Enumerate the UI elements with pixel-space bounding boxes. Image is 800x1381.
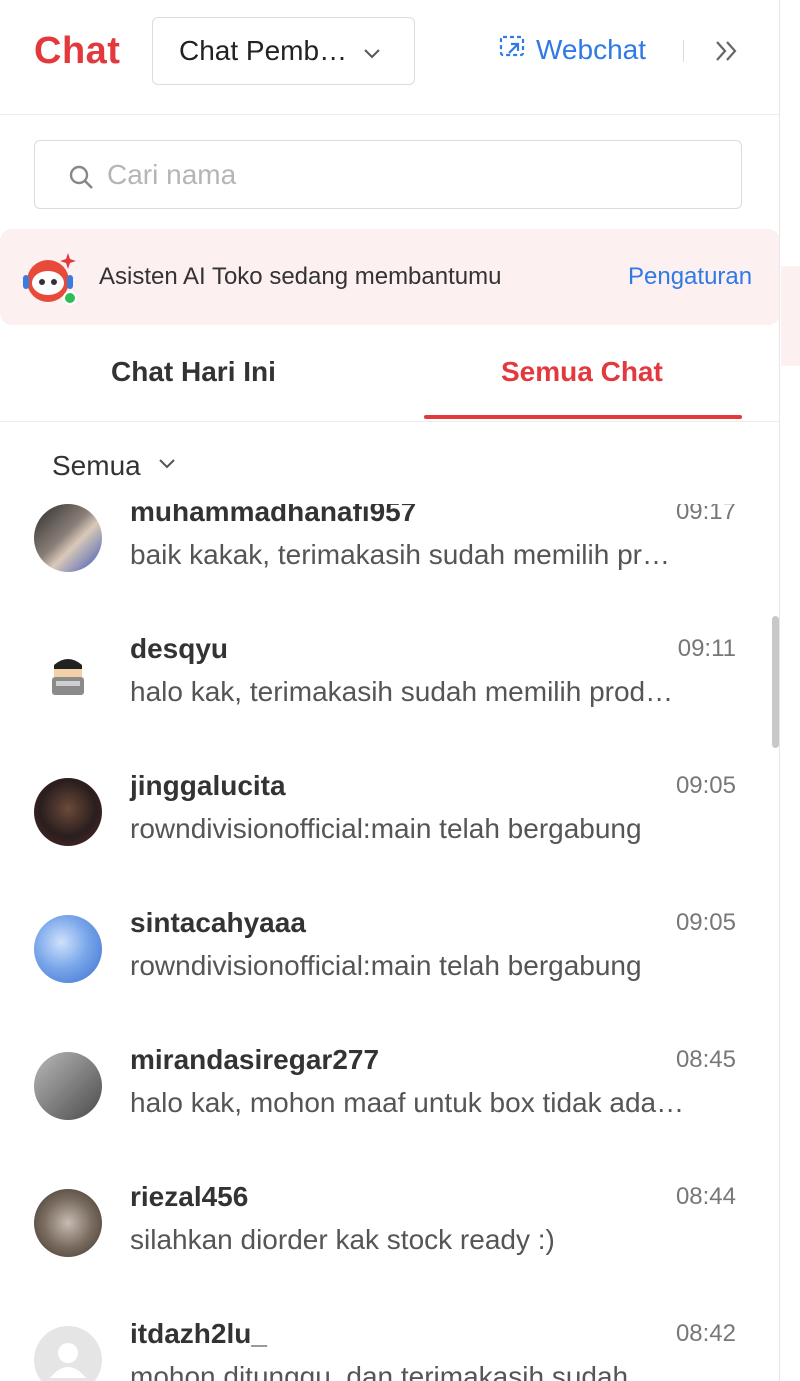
chat-time: 08:42 — [675, 1320, 736, 1347]
chat-preview: baik kakak, terimakasih sudah memilih pr… — [130, 539, 670, 570]
search-input[interactable] — [107, 155, 707, 195]
active-tab-indicator — [424, 415, 742, 419]
chat-time: 08:45 — [675, 1046, 736, 1073]
webchat-link[interactable]: Webchat — [498, 30, 646, 70]
ai-assistant-bot-icon — [20, 249, 82, 314]
chat-preview: silahkan diorder kak stock ready :) — [130, 1224, 555, 1255]
chat-time: 09:05 — [675, 772, 736, 799]
chat-list-item[interactable]: desqyu 09:11 halo kak, terimakasih sudah… — [0, 623, 779, 760]
avatar — [34, 1052, 102, 1120]
chat-time: 09:05 — [675, 909, 736, 936]
chat-username: riezal456 — [130, 1181, 249, 1212]
chat-preview: rowndivisionofficial:main telah bergabun… — [130, 813, 642, 844]
chat-username: itdazh2lu_ — [130, 1318, 267, 1349]
avatar — [34, 915, 102, 983]
chat-list-item[interactable]: sintacahyaaa 09:05 rowndivisionofficial:… — [0, 897, 779, 1034]
chat-time: 08:44 — [675, 1183, 736, 1210]
tab-chat-hari-ini[interactable]: Chat Hari Ini — [111, 356, 276, 388]
chat-header: Chat Chat Pemb… Webchat — [0, 0, 779, 115]
chat-list-item[interactable]: jinggalucita 09:05 rowndivisionofficial:… — [0, 760, 779, 897]
chat-list: muhammadhanafi957 09:17 baik kakak, teri… — [0, 504, 779, 1381]
tab-semua-chat[interactable]: Semua Chat — [501, 356, 663, 388]
chat-preview: halo kak, terimakasih sudah memilih prod… — [130, 676, 674, 707]
search-box — [34, 140, 742, 209]
header-divider — [683, 40, 684, 62]
chat-username: sintacahyaaa — [130, 907, 306, 938]
chat-time: 09:11 — [677, 635, 736, 662]
ai-assistant-banner: Asisten AI Toko sedang membantumu Pengat… — [0, 229, 779, 325]
webchat-icon — [498, 33, 526, 68]
avatar — [34, 778, 102, 846]
chat-type-dropdown-label: Chat Pemb… — [179, 35, 348, 66]
chat-time: 09:17 — [675, 504, 736, 525]
ai-assistant-status-text: Asisten AI Toko sedang membantumu — [99, 263, 502, 290]
chat-filter-label: Semua — [52, 450, 141, 481]
chat-username: desqyu — [130, 633, 229, 664]
chat-list-scrollbar[interactable] — [772, 616, 779, 748]
chat-brand-title: Chat — [34, 30, 121, 72]
chat-tabs: Chat Hari Ini Semua Chat — [0, 326, 779, 422]
default-avatar-icon — [34, 1326, 102, 1381]
avatar — [34, 1189, 102, 1257]
chat-panel: Chat Chat Pemb… Webchat Cari nama Asiste… — [0, 0, 780, 1381]
avatar — [34, 504, 102, 572]
chat-type-dropdown[interactable]: Chat Pemb… — [152, 17, 415, 85]
chat-list-item[interactable]: mirandasiregar277 08:45 halo kak, mohon … — [0, 1034, 779, 1171]
chevron-down-icon — [155, 450, 179, 482]
webchat-label: Webchat — [536, 34, 646, 65]
ai-settings-link[interactable]: Pengaturan — [628, 263, 752, 291]
adjacent-banner-edge — [781, 266, 800, 366]
adjacent-panel-edge — [781, 0, 800, 1381]
chevron-down-icon — [360, 40, 384, 72]
chat-username: muhammadhanafi957 — [130, 504, 417, 527]
chat-preview: mohon ditunggu, dan terimakasih sudah… — [130, 1361, 657, 1381]
collapse-double-chevron-icon — [712, 41, 742, 70]
chat-list-item[interactable]: itdazh2lu_ 08:42 mohon ditunggu, dan ter… — [0, 1308, 779, 1381]
chat-username: jinggalucita — [130, 770, 286, 801]
chat-filter-dropdown[interactable]: Semua — [52, 446, 179, 486]
chat-preview: rowndivisionofficial:main telah bergabun… — [130, 950, 642, 981]
chat-username: mirandasiregar277 — [130, 1044, 380, 1075]
chat-list-item[interactable]: riezal456 08:44 silahkan diorder kak sto… — [0, 1171, 779, 1308]
chat-list-item[interactable]: muhammadhanafi957 09:17 baik kakak, teri… — [0, 504, 779, 623]
avatar — [34, 641, 102, 709]
chat-preview: halo kak, mohon maaf untuk box tidak ada… — [130, 1087, 685, 1118]
search-icon — [67, 163, 95, 196]
collapse-panel-button[interactable] — [712, 36, 742, 71]
